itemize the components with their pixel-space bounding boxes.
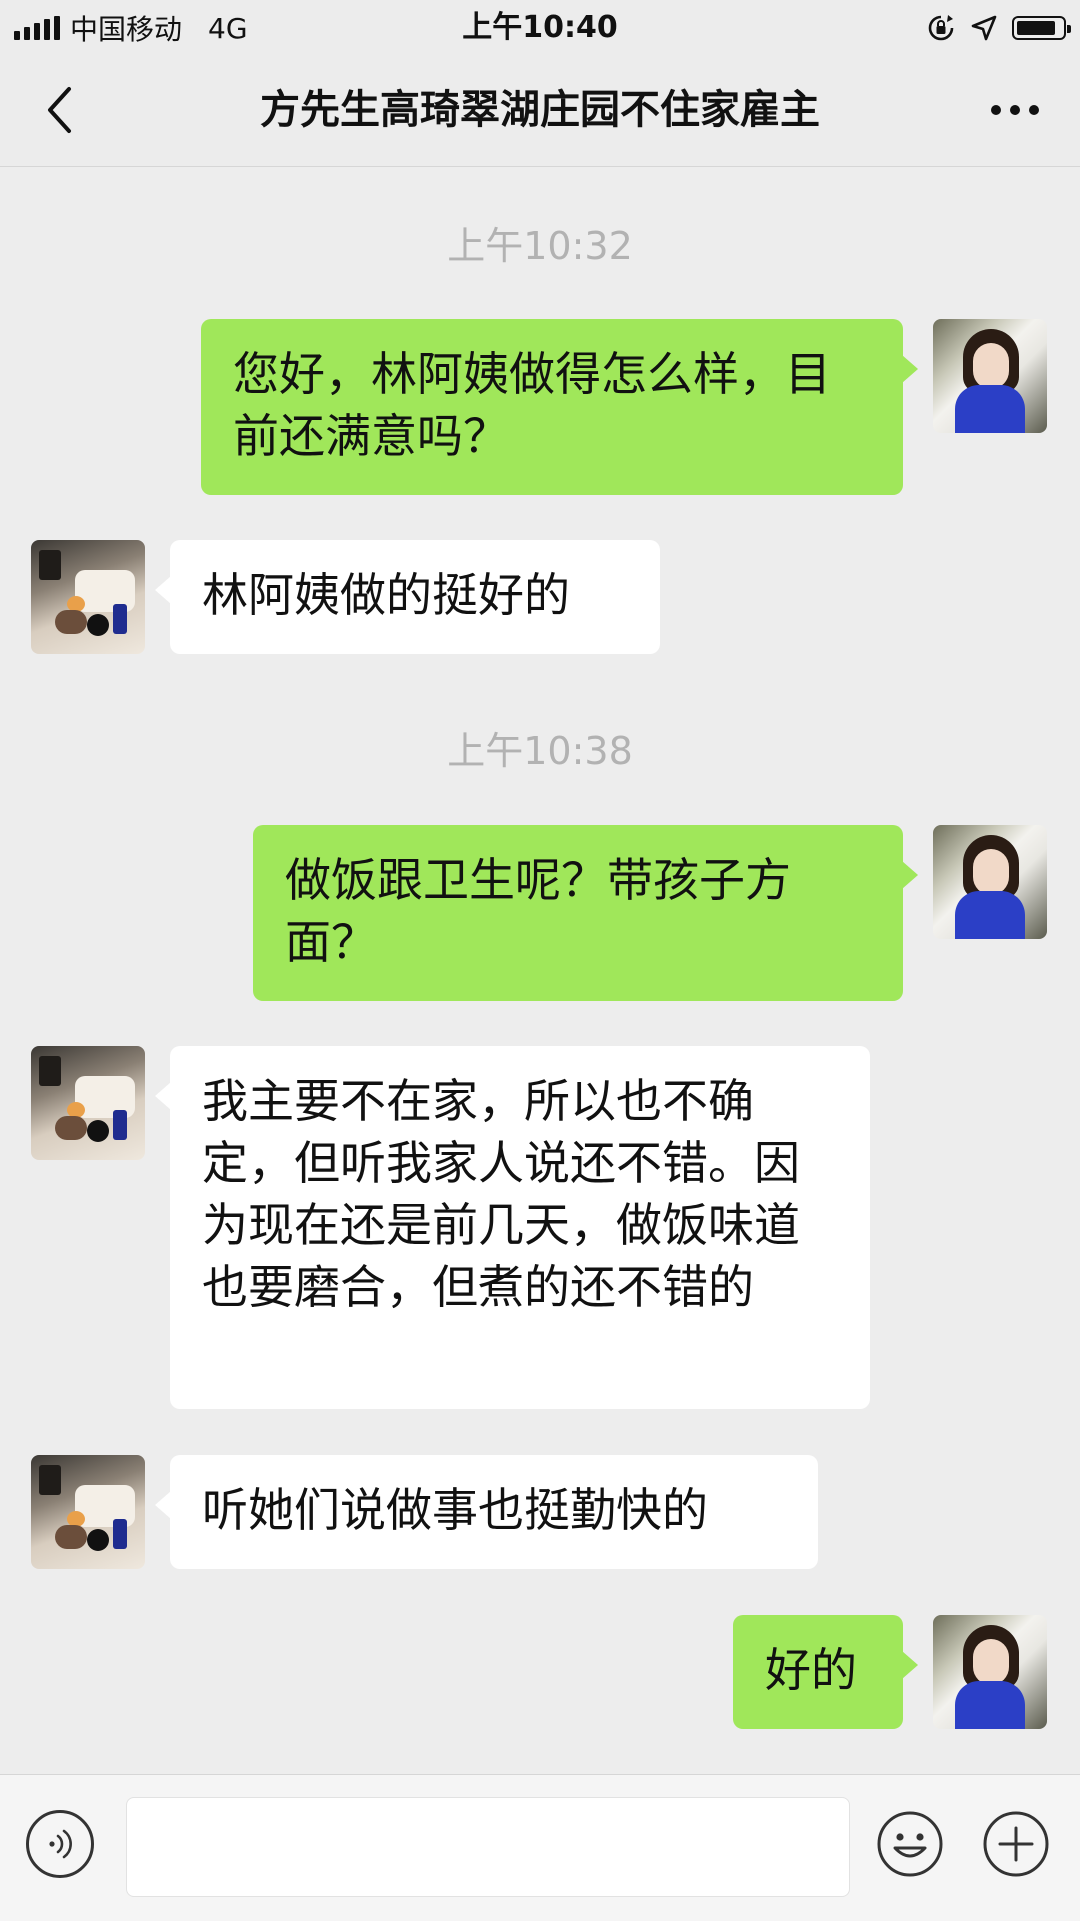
message-bubble-received[interactable]: 听她们说做事也挺勤快的: [155, 1455, 818, 1569]
message-bubble-received[interactable]: 我主要不在家，所以也不确定，但听我家人说还不错。因为现在还是前几天，做饭味道也要…: [155, 1046, 870, 1409]
nav-bar: 方先生高琦翠湖庄园不住家雇主: [0, 54, 1080, 167]
chevron-left-icon: [48, 87, 71, 133]
chat-area[interactable]: 上午10:32 您好，林阿姨做得怎么样，目前还满意吗？ 林阿姨做的挺好的 上午1…: [0, 167, 1080, 1773]
message-bubble-received[interactable]: 林阿姨做的挺好的: [155, 540, 660, 654]
chat-title: 方先生高琦翠湖庄园不住家雇主: [260, 87, 820, 133]
rotation-lock-icon: [928, 15, 954, 41]
voice-button[interactable]: [26, 1810, 94, 1878]
contact-avatar[interactable]: [31, 540, 145, 654]
self-avatar[interactable]: [933, 319, 1047, 433]
status-time: 上午10:40: [462, 10, 618, 45]
timestamp: 上午10:32: [447, 224, 633, 268]
message-bubble-sent[interactable]: 好的: [733, 1615, 918, 1729]
message-bubble-sent[interactable]: 做饭跟卫生呢？带孩子方面？: [253, 825, 918, 1001]
more-button[interactable]: [980, 80, 1050, 140]
plus-icon: [983, 1811, 1049, 1877]
more-dot-icon: [1029, 105, 1039, 115]
emoji-icon: [877, 1811, 943, 1877]
battery-icon: [1012, 16, 1071, 40]
timestamp: 上午10:38: [447, 729, 633, 773]
more-dot-icon: [1010, 105, 1020, 115]
message-input[interactable]: [126, 1797, 850, 1897]
message-bubble-sent[interactable]: 您好，林阿姨做得怎么样，目前还满意吗？: [201, 319, 918, 495]
input-bar: [0, 1774, 1080, 1921]
contact-avatar[interactable]: [31, 1455, 145, 1569]
plus-button[interactable]: [982, 1810, 1050, 1878]
status-right: [926, 10, 1071, 46]
back-button[interactable]: [30, 80, 90, 140]
more-dot-icon: [991, 105, 1001, 115]
contact-avatar[interactable]: [31, 1046, 145, 1160]
location-icon: [971, 15, 997, 41]
self-avatar[interactable]: [933, 825, 1047, 939]
voice-icon: [49, 1829, 72, 1859]
self-avatar[interactable]: [933, 1615, 1047, 1729]
emoji-button[interactable]: [876, 1810, 944, 1878]
status-bar: 中国移动 4G 上午10:40: [0, 0, 1080, 54]
